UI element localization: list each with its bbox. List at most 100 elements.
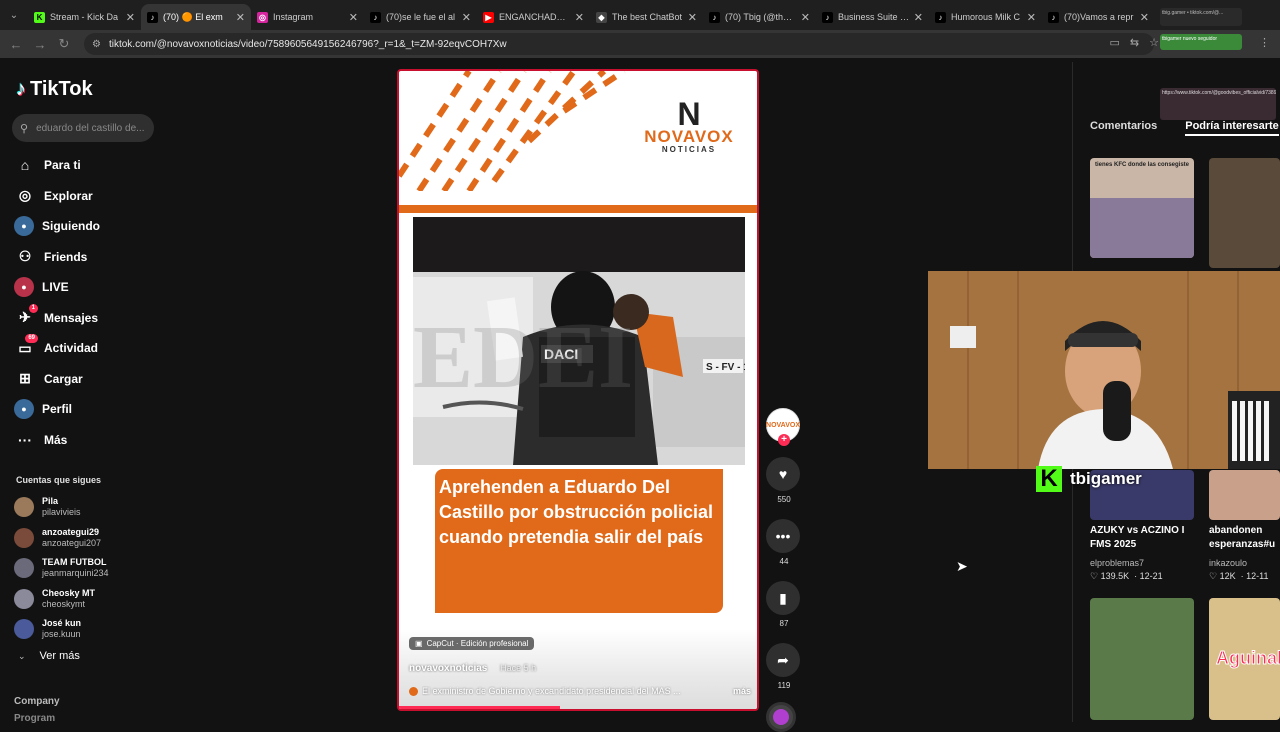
- save-action[interactable]: ▮ 87: [766, 581, 802, 628]
- sidebar-item-mensajes[interactable]: ✈ 1 Mensajes: [14, 303, 174, 334]
- video-progress-bar[interactable]: [399, 706, 561, 709]
- search-icon: ⚲: [20, 122, 29, 135]
- novavox-logo: N NOVAVOX NOTICIAS: [639, 98, 739, 154]
- svg-text:EDEI: EDEI: [413, 308, 633, 407]
- chevron-down-icon: ⌄: [18, 650, 26, 661]
- close-icon[interactable]: ✕: [801, 11, 810, 24]
- share-arrow-icon[interactable]: ➦: [766, 643, 800, 677]
- sidebar-item-siguiendo[interactable]: ● Siguiendo: [14, 211, 174, 242]
- decorative-stripes: [399, 71, 626, 191]
- browser-tab[interactable]: ▶ ENGANCHADO E ✕: [477, 4, 590, 30]
- video-author[interactable]: novavoxnoticias: [409, 663, 487, 674]
- sidebar-item-friends[interactable]: ⚇ Friends: [14, 242, 174, 273]
- sidebar-item-cargar[interactable]: ⊞ Cargar: [14, 364, 174, 395]
- more-button[interactable]: más: [733, 686, 751, 696]
- tiktok-logo[interactable]: ♪ TikTok: [16, 78, 93, 101]
- followed-account[interactable]: TEAM FUTBOL jeanmarquini234: [14, 553, 164, 584]
- recommended-thumb-1[interactable]: tienes KFC donde las consegiste: [1090, 158, 1194, 258]
- sidebar-item-actividad[interactable]: ▭ 69 Actividad: [14, 333, 174, 364]
- sidebar-item-para-ti[interactable]: ⌂ Para ti: [14, 150, 174, 181]
- browser-tab[interactable]: ◎ Instagram ✕: [251, 4, 364, 30]
- followed-account[interactable]: Pila pilavivieis: [14, 492, 164, 523]
- browser-tab[interactable]: ♪ (70) 🟠 El exm ✕: [141, 4, 251, 30]
- reload-icon[interactable]: ↻: [52, 36, 76, 52]
- link-popup[interactable]: https://www.tiktok.com/@goodvibes_offici…: [1160, 88, 1276, 120]
- heart-icon[interactable]: ♥: [766, 457, 800, 491]
- share-action[interactable]: ➦ 119: [766, 643, 802, 690]
- friends-icon: ⚇: [18, 248, 32, 265]
- heart-outline-icon: ♡: [1090, 571, 1099, 581]
- follow-plus-icon[interactable]: +: [778, 434, 790, 446]
- rec-video-author[interactable]: inkazoulo: [1209, 558, 1247, 568]
- thumb-overlay-text: Aguinal: [1216, 648, 1280, 669]
- capcut-tag[interactable]: ▣ CapCut · Edición profesional: [409, 637, 535, 650]
- sidebar-item-live[interactable]: ● LIVE: [14, 272, 174, 303]
- site-info-icon[interactable]: ⚙: [92, 39, 101, 50]
- bookmark-icon[interactable]: ▮: [766, 581, 800, 615]
- address-bar[interactable]: ⚙ tiktok.com/@novavoxnoticias/video/7589…: [84, 33, 1154, 55]
- sidebar-item-explorar[interactable]: ◎ Explorar: [14, 181, 174, 212]
- browser-tab[interactable]: ♪ Humorous Milk C ✕: [929, 4, 1042, 30]
- tab-title: Instagram: [273, 12, 314, 22]
- like-action[interactable]: ♥ 550: [766, 457, 802, 504]
- tiktok-page: ♪ TikTok ⚲ eduardo del castillo de... ⌂ P…: [0, 58, 1280, 732]
- close-icon[interactable]: ✕: [462, 11, 471, 24]
- bookmark-star-icon[interactable]: ☆: [1149, 36, 1159, 49]
- browser-tab[interactable]: K Stream - Kick Da ✕: [28, 4, 141, 30]
- followed-account[interactable]: José kun jose.kuun: [14, 614, 164, 645]
- menu-kebab-icon[interactable]: ⋮: [1259, 36, 1270, 49]
- account-handle: pilavivieis: [42, 507, 81, 518]
- comment-icon[interactable]: •••: [766, 519, 800, 553]
- capcut-label: CapCut · Edición profesional: [426, 639, 529, 648]
- account-names: TEAM FUTBOL jeanmarquini234: [42, 557, 109, 579]
- live-avatar-icon: ●: [14, 277, 34, 298]
- close-icon[interactable]: ✕: [1140, 11, 1149, 24]
- rec-video-title[interactable]: AZUKY vs ACZINO I FMS 2025: [1090, 524, 1198, 552]
- back-arrow-icon[interactable]: ←: [4, 37, 28, 52]
- close-icon[interactable]: ✕: [1027, 11, 1036, 24]
- close-icon[interactable]: ✕: [575, 11, 584, 24]
- creator-avatar[interactable]: NOVAVOX +: [766, 408, 800, 446]
- company-link[interactable]: Company: [14, 696, 60, 707]
- close-icon[interactable]: ✕: [688, 11, 697, 24]
- recommended-thumb-2[interactable]: [1209, 158, 1280, 268]
- program-link[interactable]: Program: [14, 713, 55, 724]
- tab-search-chevron-icon[interactable]: ⌄: [0, 0, 28, 30]
- recommended-thumb-4[interactable]: [1209, 470, 1280, 520]
- browser-tab[interactable]: ♪ Business Suite | Ti ✕: [816, 4, 929, 30]
- tab-recommended[interactable]: Podría interesarte: [1185, 120, 1279, 136]
- avatar: [14, 619, 34, 640]
- notification-popup[interactable]: tbig.gamer • tiktok.com/@...: [1160, 8, 1242, 26]
- account-names: Cheosky MT cheoskymt: [42, 588, 95, 610]
- video-actions: NOVAVOX + ♥ 550 ••• 44 ▮ 87 ➦ 119: [766, 408, 802, 732]
- followed-account[interactable]: Cheosky MT cheoskymt: [14, 584, 164, 615]
- rec-video-title[interactable]: abandonen esperanzas#u: [1209, 524, 1280, 552]
- sidebar-item-perfil[interactable]: ● Perfil: [14, 394, 174, 425]
- close-icon[interactable]: ✕: [349, 11, 358, 24]
- music-disc-icon[interactable]: [766, 702, 796, 732]
- sidebar-item-más[interactable]: ··· Más: [14, 425, 174, 456]
- tab-comments[interactable]: Comentarios: [1090, 120, 1157, 136]
- comment-action[interactable]: ••• 44: [766, 519, 802, 566]
- streamer-name: tbigamer: [1070, 469, 1142, 488]
- video-player[interactable]: N NOVAVOX NOTICIAS S - FV - 14 DACI: [397, 69, 759, 711]
- mouse-cursor-icon: ➤: [956, 558, 968, 574]
- close-icon[interactable]: ✕: [236, 11, 245, 24]
- url-text: tiktok.com/@novavoxnoticias/video/758960…: [108, 38, 507, 50]
- translate-icon[interactable]: ⇆: [1130, 36, 1139, 49]
- close-icon[interactable]: ✕: [126, 11, 135, 24]
- see-more-button[interactable]: ⌄ Ver más: [18, 650, 80, 662]
- forward-arrow-icon[interactable]: →: [28, 37, 52, 52]
- cast-icon[interactable]: ▭: [1110, 36, 1120, 49]
- search-input[interactable]: ⚲ eduardo del castillo de...: [12, 114, 154, 142]
- browser-tab[interactable]: ♪ (70)se le fue el al ✕: [364, 4, 477, 30]
- rec-video-author[interactable]: elproblemas7: [1090, 558, 1144, 568]
- recommended-thumb-5[interactable]: [1090, 598, 1194, 720]
- browser-tab[interactable]: ◆ The best ChatBot ✕: [590, 4, 703, 30]
- tiktok-icon: ♪: [822, 11, 833, 23]
- close-icon[interactable]: ✕: [914, 11, 923, 24]
- browser-tab[interactable]: ♪ (70)Vamos a repr ✕: [1042, 4, 1155, 30]
- browser-tab[interactable]: ♪ (70) Tbig (@the_b ✕: [703, 4, 816, 30]
- followed-account[interactable]: anzoategui29 anzoategui207: [14, 523, 164, 554]
- tab-title: ENGANCHADO E: [499, 12, 571, 22]
